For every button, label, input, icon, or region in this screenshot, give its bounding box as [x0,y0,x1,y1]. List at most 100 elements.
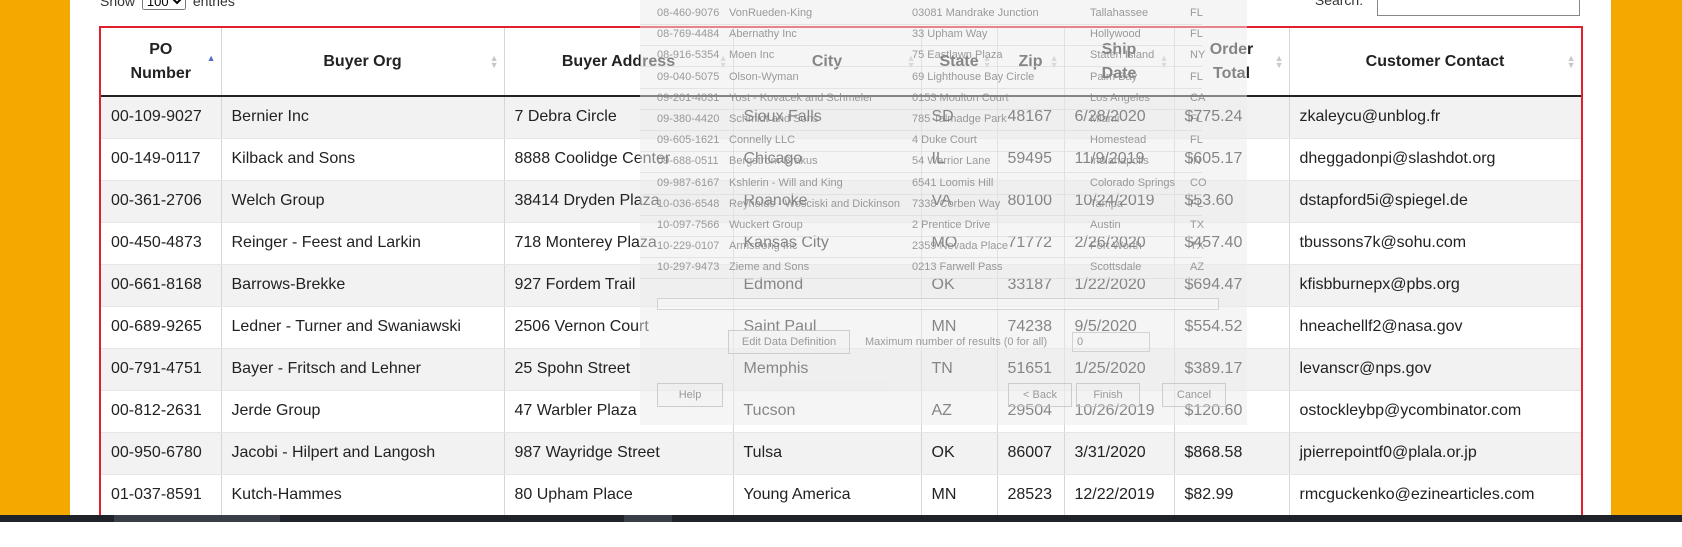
table-cell: 1/25/2020 [1064,348,1175,391]
table-cell: 2506 Vernon Court [504,306,734,349]
column-header-label: Buyer Org [323,52,402,70]
table-row[interactable]: 01-037-8591 Kutch-Hammes 80 Upham Place You… [101,474,1581,517]
sort-both-icon: ▲ ▼ [1049,53,1059,70]
table-cell: levanscr@nps.gov [1289,348,1581,391]
table-cell: $554.52 [1174,306,1290,349]
table-cell: $775.24 [1174,96,1290,139]
table-cell: 00-812-2631 [101,390,222,433]
sort-both-icon: ▲ ▼ [982,53,992,70]
table-cell: $457.40 [1174,222,1290,265]
column-header-label: Zip [1018,52,1043,70]
table-cell: 2/26/2020 [1064,222,1175,265]
table-cell: $120.60 [1174,390,1290,433]
table-cell: Kansas City [733,222,922,265]
table-row[interactable]: 00-149-0117 Kilback and Sons 8888 Coolidge… [101,138,1581,181]
table-cell: Chicago [733,138,922,181]
column-header[interactable]: Ship Date ▲ ▼ [1064,28,1175,97]
table-cell: 80100 [997,180,1065,223]
table-cell: 927 Fordem Trail [504,264,734,307]
show-entries: Show 100 entries [100,0,235,10]
table-cell: Sioux Falls [733,96,922,139]
table-cell: MN [921,474,998,517]
table-cell: 29504 [997,390,1065,433]
table-cell: 38414 Dryden Plaza [504,180,734,223]
table-cell: 25 Spohn Street [504,348,734,391]
table-cell: 718 Monterey Plaza [504,222,734,265]
table-cell: 00-689-9265 [101,306,222,349]
table-row[interactable]: 00-661-8168 Barrows-Brekke 927 Fordem Trai… [101,264,1581,307]
table-cell: Tulsa [733,432,922,475]
table-cell: OK [921,432,998,475]
table-cell: 6/28/2020 [1064,96,1175,139]
table-cell: 59495 [997,138,1065,181]
table-cell: $53.60 [1174,180,1290,223]
taskbar-item[interactable] [114,515,280,522]
table-cell: TN [921,348,998,391]
table-cell: AZ [921,390,998,433]
column-header-label: Order [1209,40,1254,58]
table-row[interactable]: 00-109-9027 Bernier Inc 7 Debra Circle Siou… [101,96,1581,139]
table-cell: MO [921,222,998,265]
table-cell: 28523 [997,474,1065,517]
column-header-label: Ship [1101,40,1137,58]
column-header[interactable]: State ▲ ▼ [921,28,998,97]
table-row[interactable]: 00-950-6780 Jacobi - Hilpert and Langosh 9… [101,432,1581,475]
column-header[interactable]: PO Number ▲ [101,28,222,97]
table-cell: kfisbburnepx@pbs.org [1289,264,1581,307]
table-cell: Saint Paul [733,306,922,349]
sort-ascending-icon: ▲ [206,53,216,63]
column-header[interactable]: Order Total ▲ ▼ [1174,28,1290,97]
show-label: Show [100,0,136,9]
table-cell: ostockleybp@ycombinator.com [1289,390,1581,433]
column-header-label: Buyer Address [561,52,676,70]
column-header-label: PO [149,40,173,58]
sort-both-icon: ▲ ▼ [489,53,499,70]
table-cell: Edmond [733,264,922,307]
table-row[interactable]: 00-791-4751 Bayer - Fritsch and Lehner 25 … [101,348,1581,391]
table-cell: Bayer - Fritsch and Lehner [221,348,505,391]
table-cell: Roanoke [733,180,922,223]
table-cell: 71772 [997,222,1065,265]
table-cell: Welch Group [221,180,505,223]
search-wrap: Search: [1315,0,1580,16]
table-cell: 8888 Coolidge Center [504,138,734,181]
table-cell: 3/31/2020 [1064,432,1175,475]
table-cell: rmcguckenko@ezinearticles.com [1289,474,1581,517]
table-header-row: PO Number ▲ Buyer Org ▲ ▼ Buyer Address ▲ ▼ City ▲… [101,28,1581,97]
table-cell: Bernier Inc [221,96,505,139]
column-header[interactable]: Customer Contact ▲ ▼ [1289,28,1581,97]
table-cell: Young America [733,474,922,517]
table-cell: $605.17 [1174,138,1290,181]
table-cell: 987 Wayridge Street [504,432,734,475]
table-cell: Jacobi - Hilpert and Langosh [221,432,505,475]
table-cell: 80 Upham Place [504,474,734,517]
column-header[interactable]: City ▲ ▼ [733,28,922,97]
table-row[interactable]: 00-361-2706 Welch Group 38414 Dryden Plaza… [101,180,1581,223]
table-cell: Ledner - Turner and Swaniawski [221,306,505,349]
table-row[interactable]: 00-689-9265 Ledner - Turner and Swaniawsk… [101,306,1581,349]
column-header-label: Total [1212,64,1251,82]
table-cell: 48167 [997,96,1065,139]
search-input[interactable] [1377,0,1580,16]
table-cell: $82.99 [1174,474,1290,517]
table-cell: 10/24/2019 [1064,180,1175,223]
column-header[interactable]: Zip ▲ ▼ [997,28,1065,97]
table-row[interactable]: 00-450-4873 Reinger - Feest and Larkin 718… [101,222,1581,265]
column-header-label: Date [1101,64,1137,82]
table-cell: 00-661-8168 [101,264,222,307]
table-cell: IL [921,138,998,181]
table-cell: 74238 [997,306,1065,349]
table-cell: 12/22/2019 [1064,474,1175,517]
sort-both-icon: ▲ ▼ [1159,53,1169,70]
table-cell: $694.47 [1174,264,1290,307]
orders-table-container: PO Number ▲ Buyer Org ▲ ▼ Buyer Address ▲ ▼ City ▲… [99,26,1583,520]
table-cell: $389.17 [1174,348,1290,391]
table-cell: 00-791-4751 [101,348,222,391]
taskbar-item[interactable] [624,515,672,522]
table-cell: 10/26/2019 [1064,390,1175,433]
entries-select[interactable]: 100 [141,0,186,10]
table-cell: 9/5/2020 [1064,306,1175,349]
column-header[interactable]: Buyer Address ▲ ▼ [504,28,734,97]
column-header[interactable]: Buyer Org ▲ ▼ [221,28,505,97]
table-row[interactable]: 00-812-2631 Jerde Group 47 Warbler Plaza Tu… [101,390,1581,433]
